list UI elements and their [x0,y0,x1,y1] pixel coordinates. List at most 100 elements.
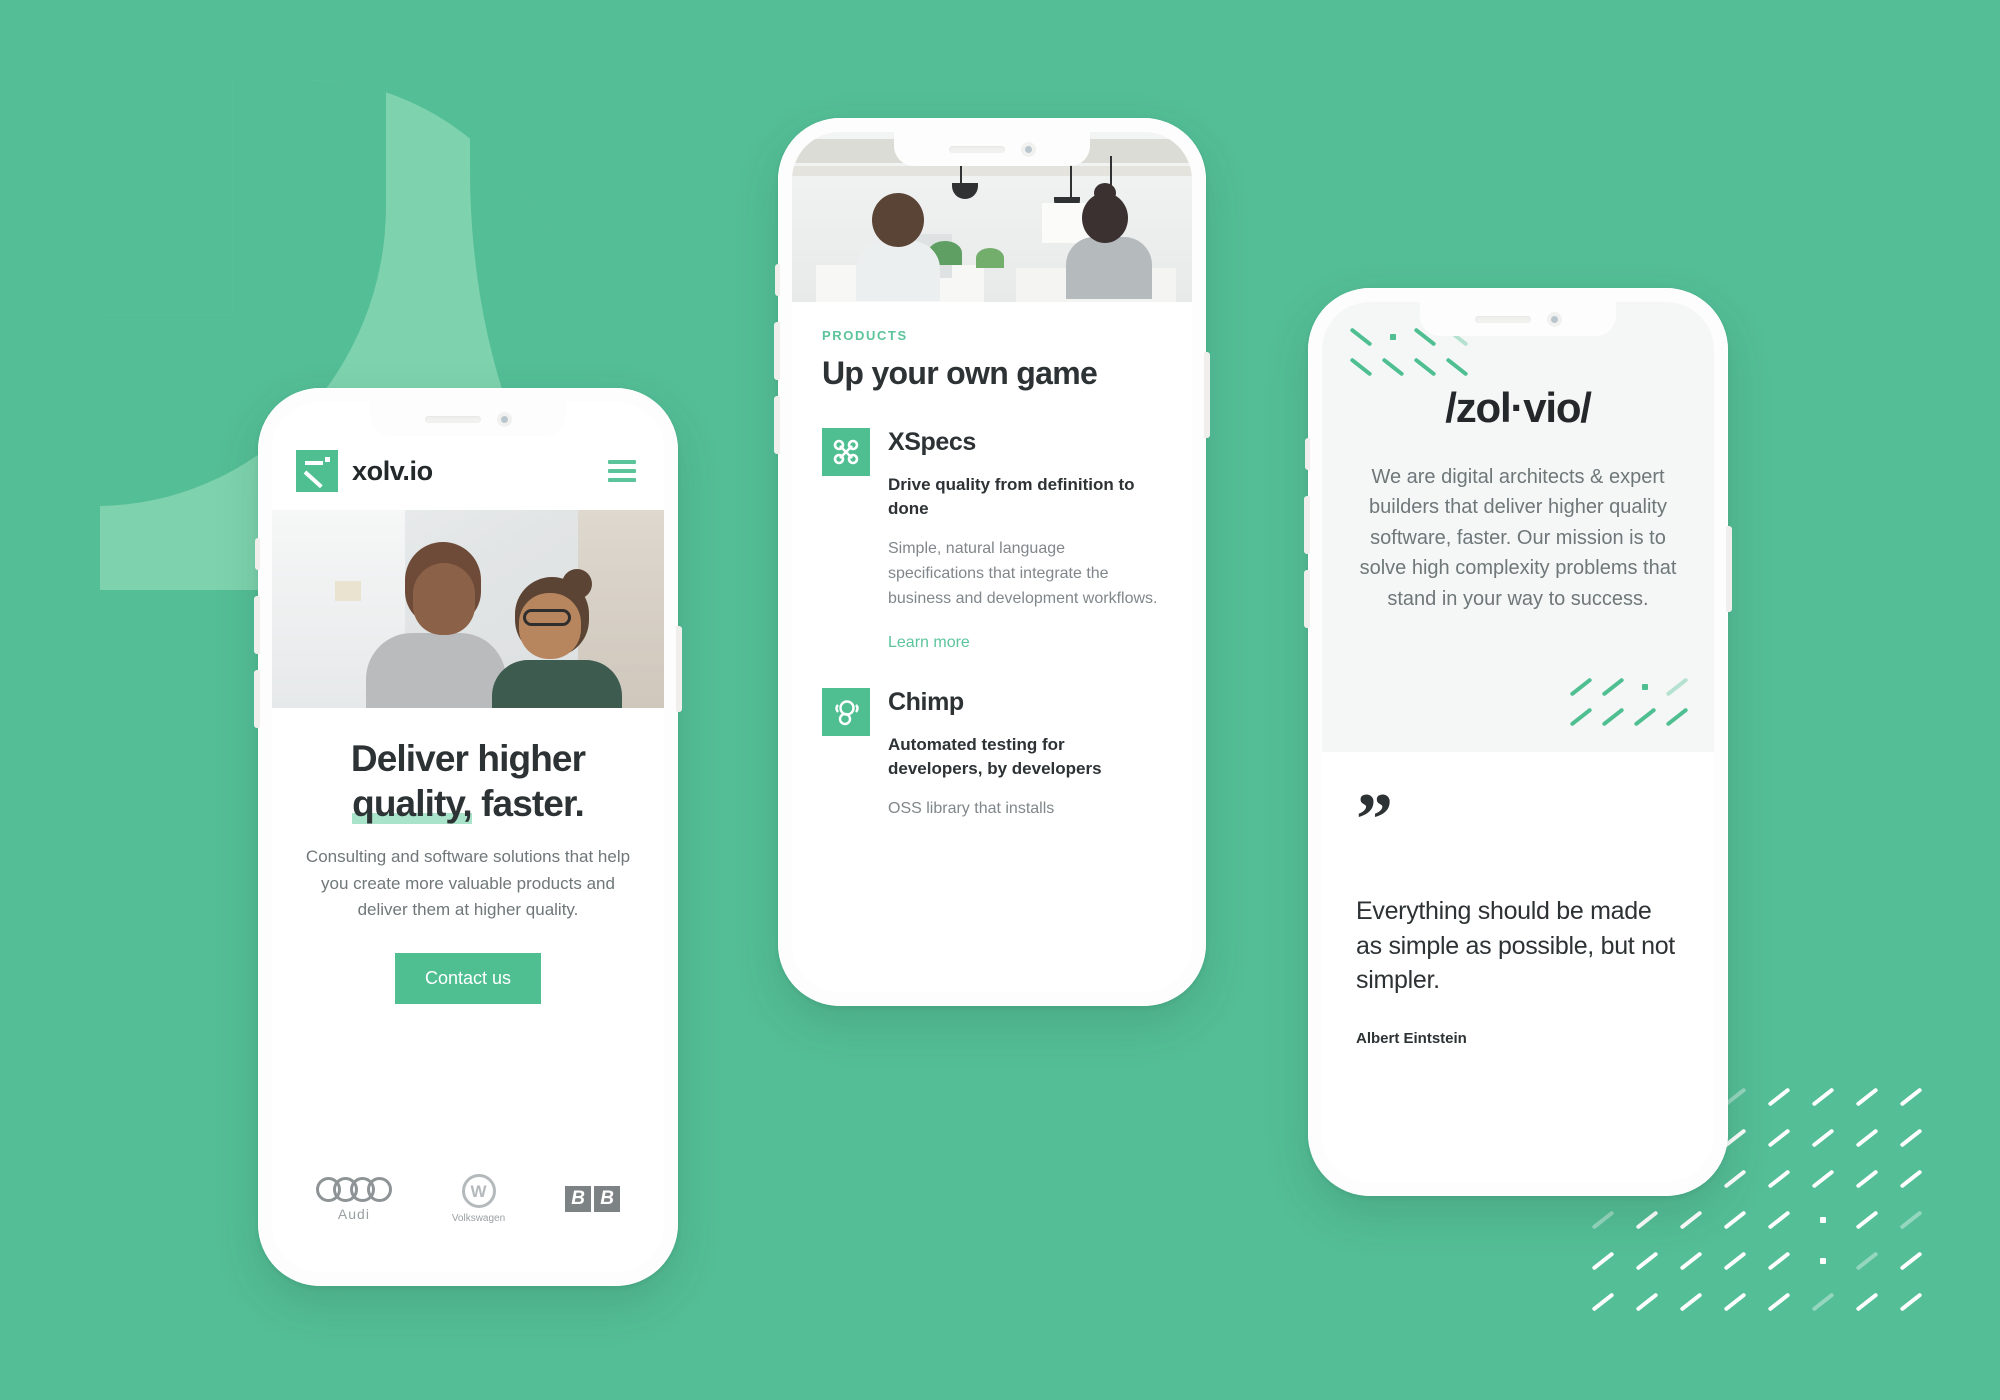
decorative-dash [1899,1127,1923,1148]
xspecs-knot-icon [822,428,870,476]
decorative-dash [1855,1291,1879,1312]
learn-more-link[interactable]: Learn more [888,634,970,652]
decorative-dash [1349,327,1373,347]
decorative-dash [1767,1209,1791,1230]
decorative-dash [1767,1250,1791,1271]
product-description: Simple, natural language specifications … [888,540,1158,607]
phone-mockup-about: /zol·vio/ We are digital architects & ex… [1304,288,1732,1196]
decorative-dash [1855,1127,1879,1148]
front-camera-icon [1020,141,1036,157]
decorative-dash [1820,1216,1826,1223]
decorative-dash [1811,1086,1835,1107]
decorative-dash [1569,707,1593,727]
earpiece-speaker-icon [424,415,481,423]
quote-panel: ” Everything should be made as simple as… [1322,752,1714,1047]
decorative-dash [1445,357,1469,377]
xolvio-mark-icon [296,450,338,492]
decorative-dash [1767,1168,1791,1189]
quote-text: Everything should be made as simple as p… [1356,897,1675,995]
product-item-xspecs[interactable]: XSpecs Drive quality from definition to … [822,428,1162,652]
phone-two-screen: PRODUCTS Up your own game XSpecs Drive q… [792,132,1192,992]
decorative-dash [1899,1086,1923,1107]
phone-mute-switch [775,264,780,296]
decorative-dash [1635,1250,1659,1271]
brand-name: xolv.io [352,455,433,486]
decorative-dash [1381,357,1405,377]
quote-mark-icon: ” [1356,779,1395,861]
decorative-dash [1855,1168,1879,1189]
decorative-dash [1767,1127,1791,1148]
earpiece-speaker-icon [1474,315,1531,323]
decorative-dash [1855,1250,1879,1271]
product-tagline: Automated testing for developers, by dev… [888,734,1102,778]
product-name: Chimp [888,687,964,716]
phone-power-button [1204,352,1210,438]
decorative-dash [1601,707,1625,727]
phone-notch [1420,302,1616,336]
panel-dash-pattern-bottom-right [1568,672,1696,732]
decorative-dash [1413,357,1437,377]
product-copy: Chimp Automated testing for developers, … [888,688,1162,822]
decorative-dash [1591,1250,1615,1271]
product-copy: XSpecs Drive quality from definition to … [888,428,1162,652]
decorative-dash [1899,1250,1923,1271]
client-logo-label: Audi [337,1205,370,1222]
section-eyebrow: PRODUCTS [822,328,908,343]
decorative-dash [1601,677,1625,697]
hero-subtitle: Consulting and software solutions that h… [305,847,631,919]
product-tagline: Drive quality from definition to done [888,475,1135,519]
decorative-dash [1899,1209,1923,1230]
hero-title-highlight: quality, [352,783,473,825]
decorative-dash [1899,1291,1923,1312]
phone-volume-down-button [1304,570,1310,628]
decorative-dash [1811,1168,1835,1189]
phone-volume-down-button [774,396,780,454]
brand-logo[interactable]: xolv.io [296,450,433,492]
phone-power-button [676,626,682,712]
zolvio-wordmark: /zol·vio/ [1445,384,1592,431]
decorative-dash [1723,1209,1747,1230]
client-logo-audi: Audi [315,1176,392,1222]
product-description: OSS library that installs [888,799,1055,817]
decorative-dash [1569,677,1593,697]
phone-mockup-products: PRODUCTS Up your own game XSpecs Drive q… [774,118,1210,1006]
about-panel: /zol·vio/ We are digital architects & ex… [1322,302,1714,752]
decorative-dash [1723,1168,1747,1189]
phone-volume-up-button [774,322,780,380]
decorative-dash [1349,357,1373,377]
decorative-dash [1642,684,1648,690]
phone-volume-up-button [1304,496,1310,554]
decorative-dash [1820,1257,1826,1264]
hero-photo [272,510,664,708]
client-logo-strip: Audi W Volkswagen BB [272,1174,664,1224]
hero-title: Deliver higher quality, faster. [302,736,634,826]
decorative-dash [1635,1209,1659,1230]
hamburger-menu-icon[interactable] [604,456,640,486]
decorative-dash [1591,1209,1615,1230]
vw-roundel-icon: W [461,1174,496,1208]
decorative-dash [1855,1209,1879,1230]
decorative-dash [1899,1168,1923,1189]
about-text: We are digital architects & expert build… [1359,466,1677,610]
decorative-dash [1855,1086,1879,1107]
phone-volume-down-button [254,670,260,728]
client-logo-volkswagen: W Volkswagen [452,1174,505,1224]
decorative-dash [1390,334,1396,340]
hero-content: Deliver higher quality, faster. Consulti… [272,708,664,1005]
product-item-chimp[interactable]: Chimp Automated testing for developers, … [822,687,1162,822]
decorative-dash [1679,1250,1703,1271]
phone-power-button [1726,526,1732,612]
decorative-dash [1723,1291,1747,1312]
hero-title-line-one: Deliver higher [350,738,586,779]
front-camera-icon [1546,311,1562,327]
earpiece-speaker-icon [948,145,1005,153]
section-title: Up your own game [822,355,1098,391]
bbc-blocks-icon: B [565,1186,592,1212]
product-name: XSpecs [888,428,976,456]
contact-us-button[interactable]: Contact us [394,953,542,1005]
phone-notch [370,402,566,436]
front-camera-icon [496,411,512,427]
client-logo-label: Volkswagen [451,1213,506,1224]
decorative-dash [1811,1291,1835,1312]
decorative-dash [1811,1127,1835,1148]
